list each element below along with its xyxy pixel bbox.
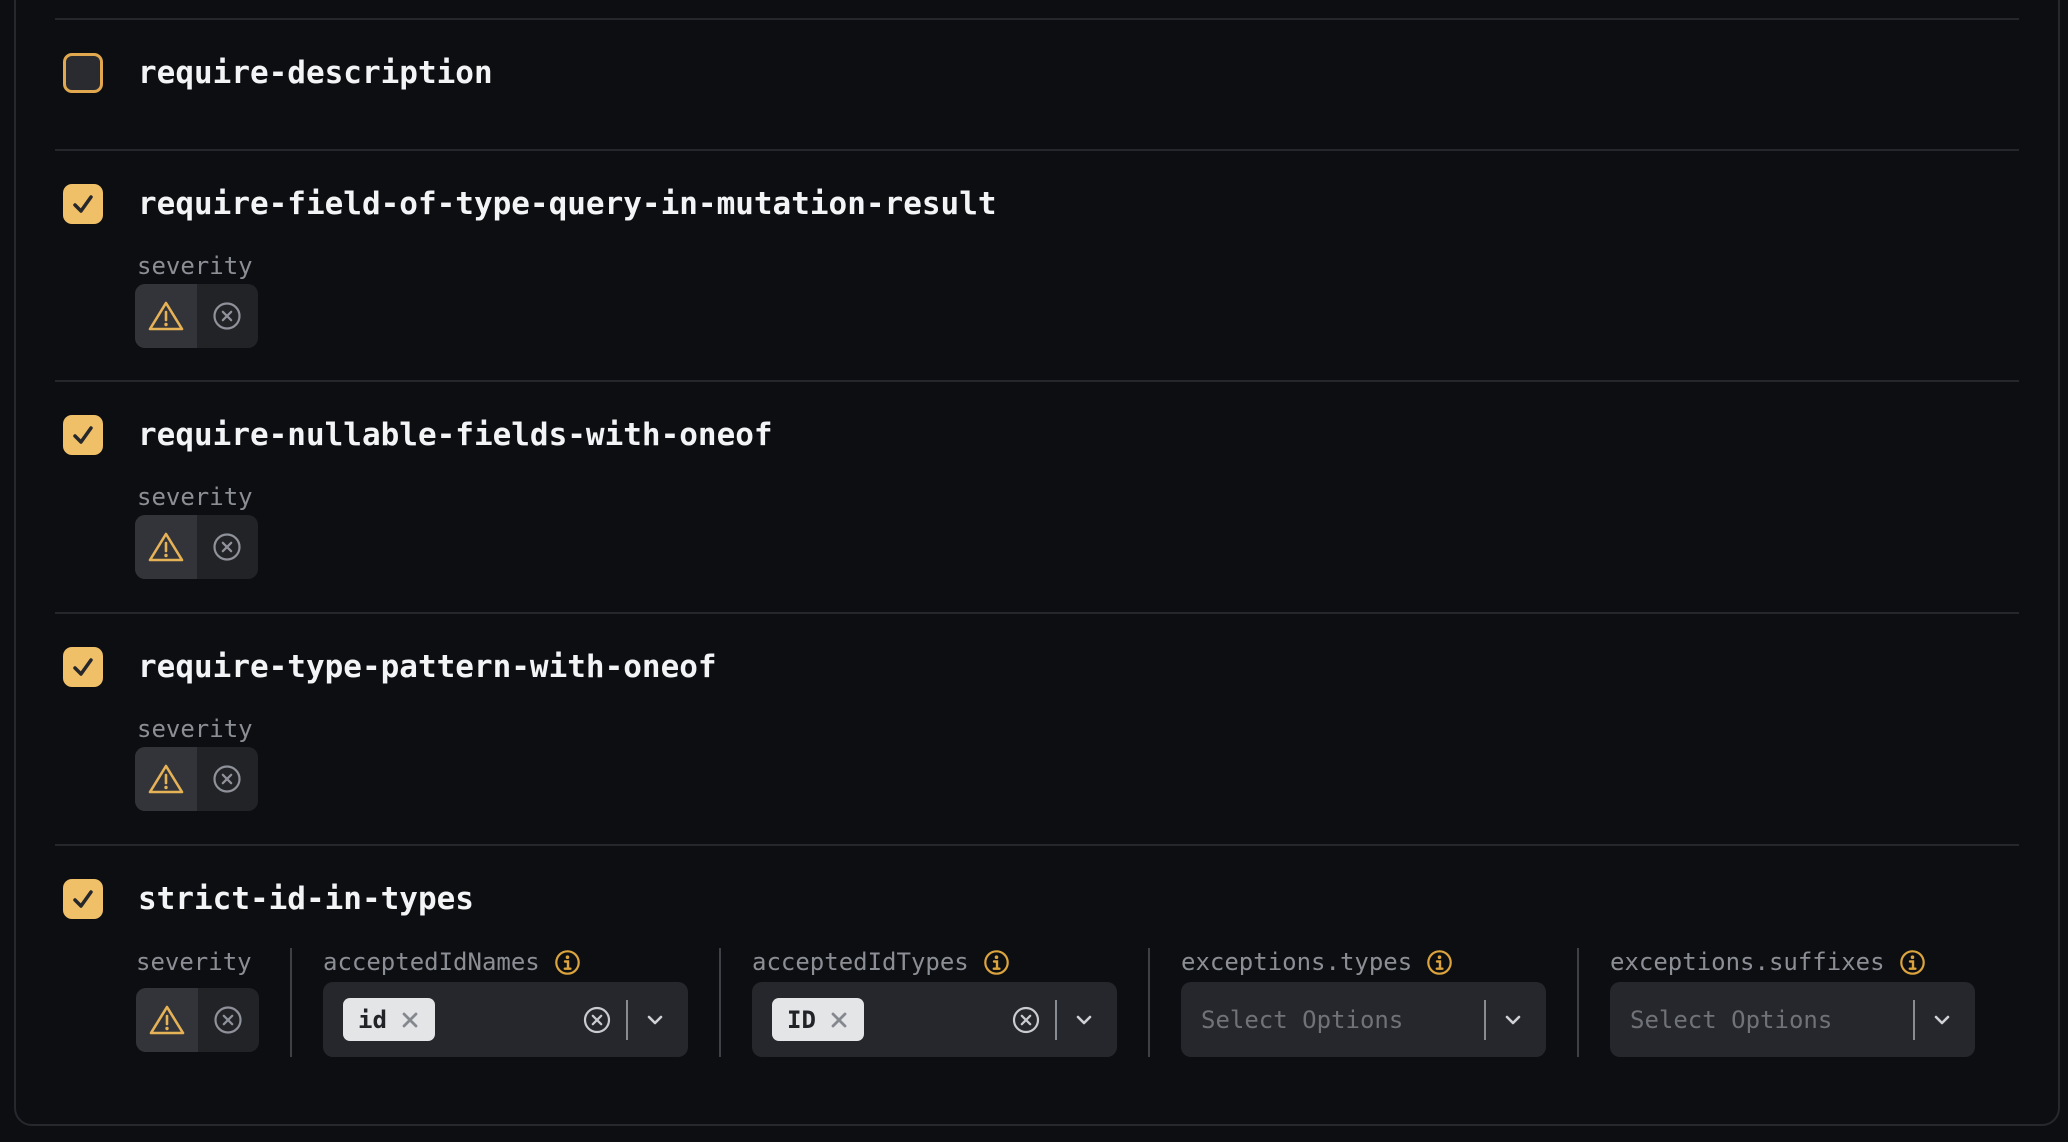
check-icon	[70, 422, 96, 448]
exceptions-types-column: exceptions.types Select Options	[1181, 948, 1546, 1057]
option-label: acceptedIdNames	[323, 948, 688, 976]
exceptions-types-select[interactable]: Select Options	[1181, 982, 1546, 1057]
select-divider	[1913, 1000, 1915, 1040]
chevron-down-icon[interactable]	[642, 1007, 668, 1033]
info-circle-icon[interactable]	[983, 949, 1010, 976]
option-label: exceptions.suffixes	[1610, 948, 1975, 976]
circle-x-off-icon	[211, 300, 243, 332]
rule-checkbox[interactable]	[63, 879, 103, 919]
warning-triangle-icon	[147, 299, 185, 333]
rule-name: require-nullable-fields-with-oneof	[138, 417, 773, 453]
rule-checkbox[interactable]	[63, 184, 103, 224]
select-divider	[626, 1000, 628, 1040]
check-icon	[70, 654, 96, 680]
select-placeholder: Select Options	[1201, 1006, 1403, 1034]
severity-toggle	[135, 284, 258, 348]
accepted-id-names-select[interactable]: id	[323, 982, 688, 1057]
severity-warn-button[interactable]	[136, 988, 198, 1052]
rule-name: require-field-of-type-query-in-mutation-…	[138, 186, 997, 222]
severity-column: severity	[136, 948, 259, 1057]
rule-section-require-nullable-fields-with-oneof: require-nullable-fields-with-oneof sever…	[55, 380, 2019, 612]
exceptions-suffixes-column: exceptions.suffixes Select Options	[1610, 948, 1975, 1057]
rule-checkbox[interactable]	[63, 53, 103, 93]
option-label: exceptions.types	[1181, 948, 1546, 976]
rules-config-page: require-description require-field-of-typ…	[0, 0, 2068, 1142]
severity-label: severity	[137, 715, 2019, 743]
info-circle-icon[interactable]	[1899, 949, 1926, 976]
circle-x-off-icon	[212, 1004, 244, 1036]
check-icon	[70, 191, 96, 217]
severity-toggle	[136, 988, 259, 1052]
warning-triangle-icon	[147, 762, 185, 796]
severity-off-button[interactable]	[197, 515, 259, 579]
rule-section-strict-id-in-types: strict-id-in-types severity	[55, 844, 2019, 1127]
severity-label: severity	[137, 252, 2019, 280]
warning-triangle-icon	[148, 1003, 186, 1037]
info-circle-icon[interactable]	[554, 949, 581, 976]
circle-x-clear-icon[interactable]	[582, 1005, 612, 1035]
rule-name: require-description	[138, 55, 493, 91]
x-icon[interactable]	[829, 1010, 849, 1030]
rule-section-require-field-of-type-query-in-mutation-result: require-field-of-type-query-in-mutation-…	[55, 149, 2019, 380]
tag-ID: ID	[772, 998, 864, 1041]
chevron-down-icon[interactable]	[1071, 1007, 1097, 1033]
circle-x-off-icon	[211, 531, 243, 563]
accepted-id-types-select[interactable]: ID	[752, 982, 1117, 1057]
severity-warn-button[interactable]	[135, 515, 197, 579]
severity-off-button[interactable]	[198, 988, 260, 1052]
x-icon[interactable]	[400, 1010, 420, 1030]
severity-warn-button[interactable]	[135, 284, 197, 348]
severity-label: severity	[137, 483, 2019, 511]
rule-checkbox[interactable]	[63, 647, 103, 687]
check-icon	[70, 886, 96, 912]
tag-id: id	[343, 998, 435, 1041]
severity-warn-button[interactable]	[135, 747, 197, 811]
chevron-down-icon[interactable]	[1929, 1007, 1955, 1033]
rule-section-require-type-pattern-with-oneof: require-type-pattern-with-oneof severity	[55, 612, 2019, 844]
select-divider	[1055, 1000, 1057, 1040]
severity-label: severity	[136, 948, 259, 976]
rule-section-require-description: require-description	[55, 18, 2019, 149]
column-divider	[290, 948, 292, 1057]
option-label: acceptedIdTypes	[752, 948, 1117, 976]
column-divider	[719, 948, 721, 1057]
info-circle-icon[interactable]	[1426, 949, 1453, 976]
rule-name: strict-id-in-types	[138, 881, 474, 917]
severity-off-button[interactable]	[197, 284, 259, 348]
rule-options-row: severity acceptedIdNames	[136, 948, 2019, 1057]
severity-toggle	[135, 747, 258, 811]
column-divider	[1577, 948, 1579, 1057]
accepted-id-types-column: acceptedIdTypes ID	[752, 948, 1117, 1057]
column-divider	[1148, 948, 1150, 1057]
chevron-down-icon[interactable]	[1500, 1007, 1526, 1033]
select-placeholder: Select Options	[1630, 1006, 1832, 1034]
accepted-id-names-column: acceptedIdNames id	[323, 948, 688, 1057]
exceptions-suffixes-select[interactable]: Select Options	[1610, 982, 1975, 1057]
select-divider	[1484, 1000, 1486, 1040]
rule-checkbox[interactable]	[63, 415, 103, 455]
severity-off-button[interactable]	[197, 747, 259, 811]
severity-toggle	[135, 515, 258, 579]
warning-triangle-icon	[147, 530, 185, 564]
rule-name: require-type-pattern-with-oneof	[138, 649, 717, 685]
circle-x-off-icon	[211, 763, 243, 795]
circle-x-clear-icon[interactable]	[1011, 1005, 1041, 1035]
